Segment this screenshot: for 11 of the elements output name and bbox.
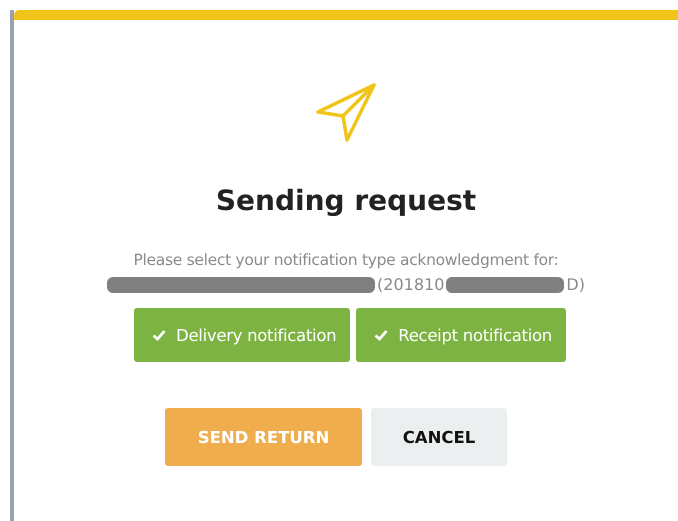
cancel-button[interactable]: CANCEL — [371, 408, 507, 466]
checkmark-icon — [152, 329, 166, 341]
checkmark-icon — [374, 329, 388, 341]
dialog-message: Please select your notification type acknowledgment for: — [133, 251, 559, 269]
reference-number-end: D) — [566, 275, 585, 294]
notification-toggle-button[interactable]: Delivery notification — [134, 308, 350, 362]
send-return-button[interactable]: SEND RETURN — [165, 408, 362, 466]
paper-plane-icon — [314, 82, 378, 144]
dialog-title: Sending request — [216, 184, 476, 217]
reference-number: (201810 — [377, 275, 444, 294]
notification-toggle-button[interactable]: Receipt notification — [356, 308, 566, 362]
